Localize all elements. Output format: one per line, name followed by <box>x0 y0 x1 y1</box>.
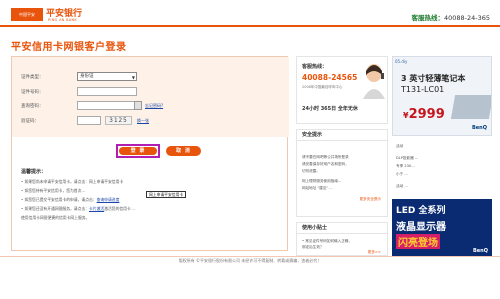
tooltip: 网上申请平安信用卡 <box>146 191 187 198</box>
tip-line-2: • 如您您持有平安信用卡，您为首次... <box>21 188 86 193</box>
ad1-price: 2999 <box>403 107 445 122</box>
login-form-panel: 证件类型： 身份证 ▼ 证件号码： 查询密码： 忘记密码? 验证码： 3125 … <box>11 56 289 251</box>
password-label: 查询密码： <box>21 104 44 109</box>
security-line-4: 网上理财服务使用指南... <box>302 179 342 183</box>
hotline: 客服热线：40088-24-365 <box>411 12 490 22</box>
benq-logo-2: BenQ <box>472 248 488 254</box>
security-more-link[interactable]: 更多安全提示 <box>359 197 381 202</box>
cancel-button[interactable]: 取 消 <box>166 146 201 156</box>
security-line-2: 请妥善保存好用户名和密码， <box>302 162 349 166</box>
laptop-ad-banner[interactable]: 05.diy 3 英寸轻薄笔记本 T131-LC01 2999 BenQ <box>392 56 492 136</box>
id-type-value: 身份证 <box>80 74 94 79</box>
hotline-number: 40088-24-365 <box>443 14 490 22</box>
refresh-captcha-link[interactable]: 换一张 <box>137 118 149 124</box>
hotline-label: 客服热线： <box>411 14 444 22</box>
id-number-input[interactable] <box>77 87 137 96</box>
tip-line-4-text: • 如果您还没有开通网银服务，请点击： <box>21 206 89 211</box>
captcha-image: 3125 <box>105 116 132 125</box>
usage-tips-box: 使用小贴士 • 常见证件号码如何输入正确， 绑定后生效？ 更多>> <box>296 222 388 256</box>
promo-line-5: 活动 ... <box>396 184 408 188</box>
login-button[interactable]: 登 录 <box>116 144 160 158</box>
security-line-5: 网站地址 "建议" ... <box>302 186 333 190</box>
benq-logo: BenQ <box>471 125 487 131</box>
security-line-3: 切勿泄露。 <box>302 169 320 173</box>
footer-divider <box>0 256 500 257</box>
usage-tip-line-2: 绑定后生效？ <box>302 245 324 249</box>
ad1-line-1: 3 英寸轻薄笔记本 <box>401 74 466 83</box>
service-title: 客服热线： <box>302 64 328 70</box>
forgot-password-link[interactable]: 忘记密码? <box>145 103 163 109</box>
login-button-label: 登 录 <box>119 147 157 155</box>
keyboard-icon[interactable] <box>134 101 142 110</box>
promo-line-2: DLP投影器 ... <box>396 156 419 160</box>
tips-title: 温馨提示： <box>21 169 47 175</box>
security-tips-box: 安全提示 请不要在网吧等公共场所登录 请妥善保存好用户名和密码， 切勿泄露。 网… <box>296 129 388 217</box>
bank-name-en: PING AN BANK <box>48 18 78 22</box>
ad2-line-1: LED 全系列 <box>396 206 446 216</box>
promo-line-1: 活动 <box>396 144 404 148</box>
security-tips-title: 安全提示 <box>297 130 387 141</box>
service-note: 2006年中国最佳呼叫中心 <box>302 85 343 89</box>
promo-line-3: 专享 230... <box>396 164 415 168</box>
captcha-input[interactable] <box>77 116 101 125</box>
login-form-fields: 证件类型： 身份证 ▼ 证件号码： 查询密码： 忘记密码? 验证码： 3125 … <box>12 57 289 137</box>
usage-tips-title: 使用小贴士 <box>297 223 387 234</box>
tip-line-3-text: • 如您您已提交平安信用卡的申请，请点击： <box>21 197 97 202</box>
top-header: 中国平安 平安银行 PING AN BANK 客服热线：40088-24-365 <box>0 0 500 27</box>
promo-text-block: 活动 DLP投影器 ... 专享 230... 小于 ... 活动 ... <box>392 140 492 198</box>
id-type-select[interactable]: 身份证 ▼ <box>77 72 137 81</box>
ad-top-text: 05.diy <box>395 59 408 64</box>
usage-tip-line-1: • 常见证件号码如何输入正确， <box>302 239 352 243</box>
tip-line-3: • 如您您已提交平安信用卡的申请，请点击：查询申请进度 <box>21 197 119 203</box>
chevron-down-icon: ▼ <box>131 75 135 80</box>
service-hotline-box: 客服热线： 40088-24565 2006年中国最佳呼叫中心 24小时 365… <box>296 56 388 124</box>
service-phone: 40088-24565 <box>302 73 358 82</box>
laptop-image <box>450 95 491 119</box>
promo-line-4: 小于 ... <box>396 172 408 176</box>
security-line-1: 请不要在网吧等公共场所登录 <box>302 155 349 159</box>
usage-tips-more-link[interactable]: 更多>> <box>368 250 381 255</box>
tip-line-4: • 如果您还没有开通网银服务，请点击：卡片激活激活您的信用卡 ... <box>21 206 136 212</box>
card-activation-link[interactable]: 卡片激活 <box>89 206 104 211</box>
ad2-line-3: 闪亮登场 <box>396 234 440 249</box>
id-type-label: 证件类型： <box>21 75 44 80</box>
page-title: 平安信用卡网银客户登录 <box>11 42 127 53</box>
password-input[interactable] <box>77 101 137 110</box>
customer-service-agent-photo <box>363 64 385 99</box>
captcha-label: 验证码： <box>21 119 39 124</box>
tip-line-4-suffix: 激活您的信用卡 ... <box>104 206 136 211</box>
service-hours: 24小时 365日 全年无休 <box>302 106 358 112</box>
footer-copyright: 版权所有 ©平安银行股份有限公司 未经许可不得复制、转载或摘编，违者必究！ <box>178 258 322 263</box>
tip-line-5: 使用信用卡网银便捷的信用卡网上服务。 <box>21 215 90 220</box>
ad1-line-2: T131-LC01 <box>401 85 445 94</box>
ad2-line-2: 液晶显示器 <box>396 222 446 233</box>
pingan-logo-box: 中国平安 <box>11 8 43 21</box>
id-number-label: 证件号码： <box>21 90 44 95</box>
led-monitor-ad-banner[interactable]: LED 全系列 液晶显示器 闪亮登场 BenQ <box>392 199 492 257</box>
query-progress-link[interactable]: 查询申请进度 <box>97 197 120 202</box>
tip-line-1: • 如果您尚未申请平安信用卡，请点击：网上申请平安信用卡 <box>21 179 124 184</box>
